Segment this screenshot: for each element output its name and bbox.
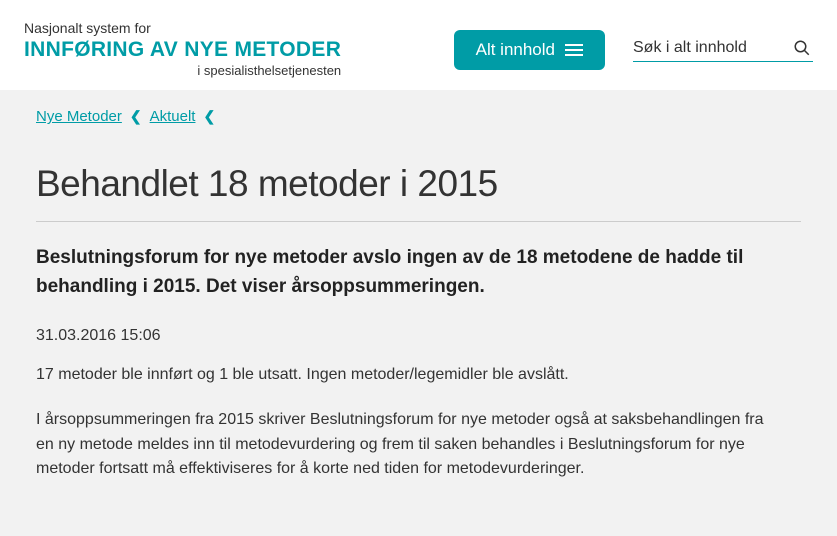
page-title: Behandlet 18 metoder i 2015 [36, 163, 801, 222]
site-header: Nasjonalt system for INNFØRING AV NYE ME… [0, 0, 837, 90]
chevron-left-icon: ❮ [203, 108, 215, 125]
logo-subtitle: i spesialisthelsetjenesten [24, 63, 341, 78]
logo-title: INNFØRING AV NYE METODER [24, 38, 341, 61]
search-field[interactable] [633, 39, 813, 62]
dropdown-label: Alt innhold [476, 40, 555, 60]
breadcrumb-link-home[interactable]: Nye Metoder [36, 108, 122, 125]
logo-pretitle: Nasjonalt system for [24, 20, 341, 36]
header-controls: Alt innhold [454, 30, 813, 70]
all-content-dropdown[interactable]: Alt innhold [454, 30, 605, 70]
breadcrumb-link-section[interactable]: Aktuelt [150, 108, 196, 125]
breadcrumb: Nye Metoder ❮ Aktuelt ❮ [0, 90, 837, 133]
article-paragraph: 17 metoder ble innført og 1 ble utsatt. … [36, 363, 766, 388]
site-logo[interactable]: Nasjonalt system for INNFØRING AV NYE ME… [24, 20, 341, 78]
article-content: Behandlet 18 metoder i 2015 Beslutningsf… [0, 133, 837, 522]
search-icon[interactable] [793, 39, 811, 57]
hamburger-icon [565, 44, 583, 56]
article-lead: Beslutningsforum for nye metoder avslo i… [36, 244, 756, 301]
article-timestamp: 31.03.2016 15:06 [36, 327, 801, 345]
chevron-left-icon: ❮ [130, 108, 142, 125]
article-paragraph: I årsoppsummeringen fra 2015 skriver Bes… [36, 408, 766, 482]
search-input[interactable] [633, 39, 783, 57]
